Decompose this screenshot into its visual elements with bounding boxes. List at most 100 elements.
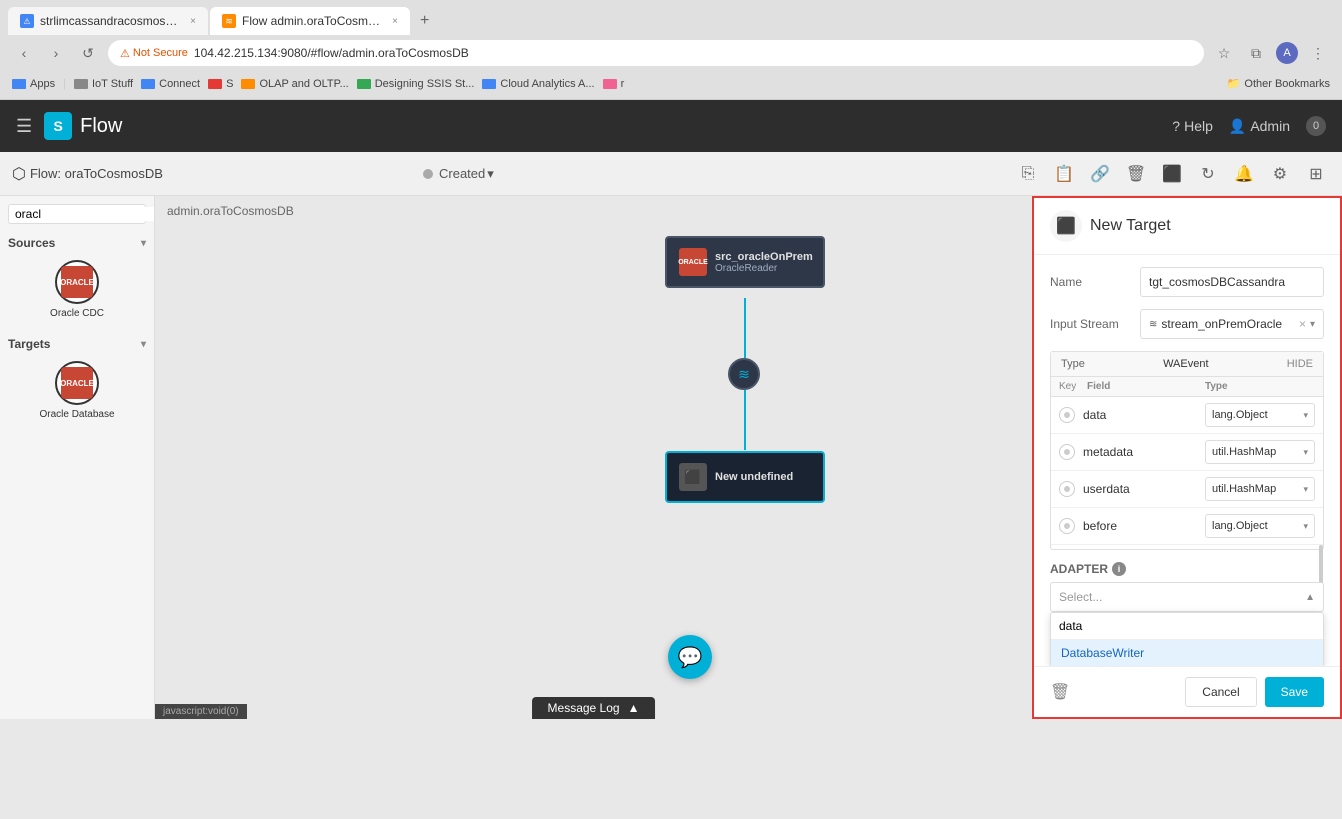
- flow-toolbar: ⬡ Flow: oraToCosmosDB Created ▾ ⎘ 📋 🔗 🗑 …: [0, 152, 1342, 196]
- back-button[interactable]: ‹: [12, 41, 36, 65]
- tab-strlim[interactable]: ⚠ strlimcassandracosmos - Dat... ×: [8, 7, 208, 35]
- extensions-button[interactable]: ⧉: [1244, 41, 1268, 65]
- tab-flow[interactable]: ≋ Flow admin.oraToCosmosDB ×: [210, 7, 410, 35]
- tab-title-2: Flow admin.oraToCosmosDB: [242, 14, 382, 28]
- reload-button[interactable]: ↺: [76, 41, 100, 65]
- stream-clear-button[interactable]: ×: [1299, 317, 1306, 331]
- top-nav: ☰ S Flow ? Help 👤 Admin 0: [0, 100, 1342, 152]
- menu-button[interactable]: ⋮: [1306, 41, 1330, 65]
- bookmark-cloud[interactable]: Cloud Analytics A...: [482, 78, 594, 90]
- bookmark-connect[interactable]: Connect: [141, 78, 200, 90]
- adapter-select-button[interactable]: Select... ▲: [1050, 582, 1324, 612]
- hamburger-menu[interactable]: ☰: [16, 116, 32, 137]
- key-icon-data[interactable]: [1059, 407, 1075, 423]
- cancel-button[interactable]: Cancel: [1185, 677, 1256, 707]
- source-node[interactable]: ORACLE src_oracleOnPrem OracleReader: [665, 236, 825, 288]
- help-button[interactable]: ? Help: [1172, 118, 1213, 134]
- field-name-userdata: userdata: [1083, 482, 1205, 496]
- key-icon-userdata[interactable]: [1059, 481, 1075, 497]
- input-stream-control: ≋ stream_onPremOracle × ▾: [1140, 309, 1324, 339]
- message-log[interactable]: Message Log ▲: [532, 697, 656, 719]
- name-input[interactable]: [1140, 267, 1324, 297]
- panel-footer: 🗑 Cancel Save: [1034, 666, 1340, 717]
- search-input[interactable]: [15, 207, 155, 221]
- input-stream-select[interactable]: ≋ stream_onPremOracle × ▾: [1140, 309, 1324, 339]
- paste-button[interactable]: 📋: [1050, 160, 1078, 188]
- address-input[interactable]: ⚠ Not Secure 104.42.215.134:9080/#flow/a…: [108, 40, 1204, 66]
- toolbar-actions: ⎘ 📋 🔗 🗑 ⬛ ↻ 🔔 ⚙ ⊞: [1014, 160, 1330, 188]
- delete-target-button[interactable]: 🗑: [1050, 682, 1070, 702]
- name-control: [1140, 267, 1324, 297]
- tab-close-2[interactable]: ×: [392, 16, 398, 27]
- delete-button[interactable]: 🗑: [1122, 160, 1150, 188]
- stream-dropdown-arrow: ▾: [1310, 319, 1315, 330]
- field-type-before[interactable]: lang.Object ▾: [1205, 514, 1315, 538]
- notification-badge[interactable]: 0: [1306, 116, 1326, 136]
- target-node-icon: ⬛: [679, 463, 707, 491]
- ssis-icon: [357, 79, 371, 89]
- field-type-userdata[interactable]: util.HashMap ▾: [1205, 477, 1315, 501]
- tab-favicon-2: ≋: [222, 14, 236, 28]
- key-icon-before[interactable]: [1059, 518, 1075, 534]
- stream-node[interactable]: ≋: [728, 358, 760, 390]
- targets-arrow: ▾: [141, 339, 146, 350]
- copy-button[interactable]: ⎘: [1014, 160, 1042, 188]
- target-node-title: New undefined: [715, 471, 793, 483]
- nav-right: ? Help 👤 Admin 0: [1172, 116, 1326, 136]
- key-icon-metadata[interactable]: [1059, 444, 1075, 460]
- field-row-data: data lang.Object ▾: [1051, 397, 1323, 434]
- field-row-before: before lang.Object ▾: [1051, 508, 1323, 545]
- alert-button[interactable]: 🔔: [1230, 160, 1258, 188]
- oracle-cdc-component[interactable]: ORACLE Oracle CDC: [8, 254, 146, 325]
- type-section: Type WAEvent HIDE Key Field Type: [1050, 351, 1324, 550]
- apps-icon: [12, 79, 26, 89]
- sources-section-header[interactable]: Sources ▾: [8, 232, 146, 254]
- bookmark-button[interactable]: ☆: [1212, 41, 1236, 65]
- adapter-search-input[interactable]: [1059, 617, 1315, 635]
- bookmark-olap[interactable]: OLAP and OLTP...: [241, 78, 348, 90]
- deploy-button[interactable]: ⬛: [1158, 160, 1186, 188]
- bookmark-ssis[interactable]: Designing SSIS St...: [357, 78, 475, 90]
- right-panel: ⬛ New Target Name Input Stream: [1032, 196, 1342, 719]
- bookmark-iot[interactable]: IoT Stuff: [74, 78, 133, 90]
- field-type-data[interactable]: lang.Object ▾: [1205, 403, 1315, 427]
- tab-close-1[interactable]: ×: [190, 16, 196, 27]
- settings-button[interactable]: ⚙: [1266, 160, 1294, 188]
- source-node-icon: ORACLE: [679, 248, 707, 276]
- hide-button[interactable]: HIDE: [1287, 358, 1313, 370]
- user-button[interactable]: 👤 Admin: [1229, 118, 1290, 135]
- adapter-info-icon[interactable]: i: [1112, 562, 1126, 576]
- oracle-db-component[interactable]: ORACLE Oracle Database: [8, 355, 146, 426]
- refresh-button[interactable]: ↻: [1194, 160, 1222, 188]
- oracle-db-icon: ORACLE: [55, 361, 99, 405]
- status-dropdown[interactable]: Created ▾: [439, 166, 494, 182]
- other-bookmarks[interactable]: 📁 Other Bookmarks: [1227, 77, 1330, 90]
- bookmark-apps[interactable]: Apps: [12, 78, 55, 90]
- targets-section-header[interactable]: Targets ▾: [8, 333, 146, 355]
- link-button[interactable]: 🔗: [1086, 160, 1114, 188]
- forward-button[interactable]: ›: [44, 41, 68, 65]
- browser-chrome: ⚠ strlimcassandracosmos - Dat... × ≋ Flo…: [0, 0, 1342, 100]
- left-sidebar: × Sources ▾ ORACLE Oracle CDC Targets ▾ …: [0, 196, 155, 719]
- stream-icon-small: ≋: [1149, 319, 1157, 330]
- field-header: Field: [1087, 381, 1205, 392]
- adapter-select: Select... ▲ DatabaseWriter: [1050, 582, 1324, 612]
- bookmark-s[interactable]: S: [208, 78, 233, 90]
- bookmark-r[interactable]: r: [603, 78, 625, 90]
- target-node[interactable]: ⬛ New undefined: [665, 451, 825, 503]
- new-tab-button[interactable]: +: [412, 8, 437, 34]
- grid-button[interactable]: ⊞: [1302, 160, 1330, 188]
- save-button[interactable]: Save: [1265, 677, 1324, 707]
- input-stream-row: Input Stream ≋ stream_onPremOracle × ▾: [1050, 309, 1324, 339]
- chat-button[interactable]: 💬: [668, 635, 712, 679]
- type-header-col: Type: [1205, 381, 1315, 392]
- stream-icon: ≋: [738, 366, 750, 383]
- oracle-cdc-label: Oracle CDC: [50, 308, 104, 319]
- iot-icon: [74, 79, 88, 89]
- field-row-userdata: userdata util.HashMap ▾: [1051, 471, 1323, 508]
- profile-button[interactable]: A: [1276, 42, 1298, 64]
- status-dot: [423, 169, 433, 179]
- field-type-metadata[interactable]: util.HashMap ▾: [1205, 440, 1315, 464]
- field-name-data: data: [1083, 408, 1205, 422]
- adapter-option-databasewriter[interactable]: DatabaseWriter: [1051, 640, 1323, 666]
